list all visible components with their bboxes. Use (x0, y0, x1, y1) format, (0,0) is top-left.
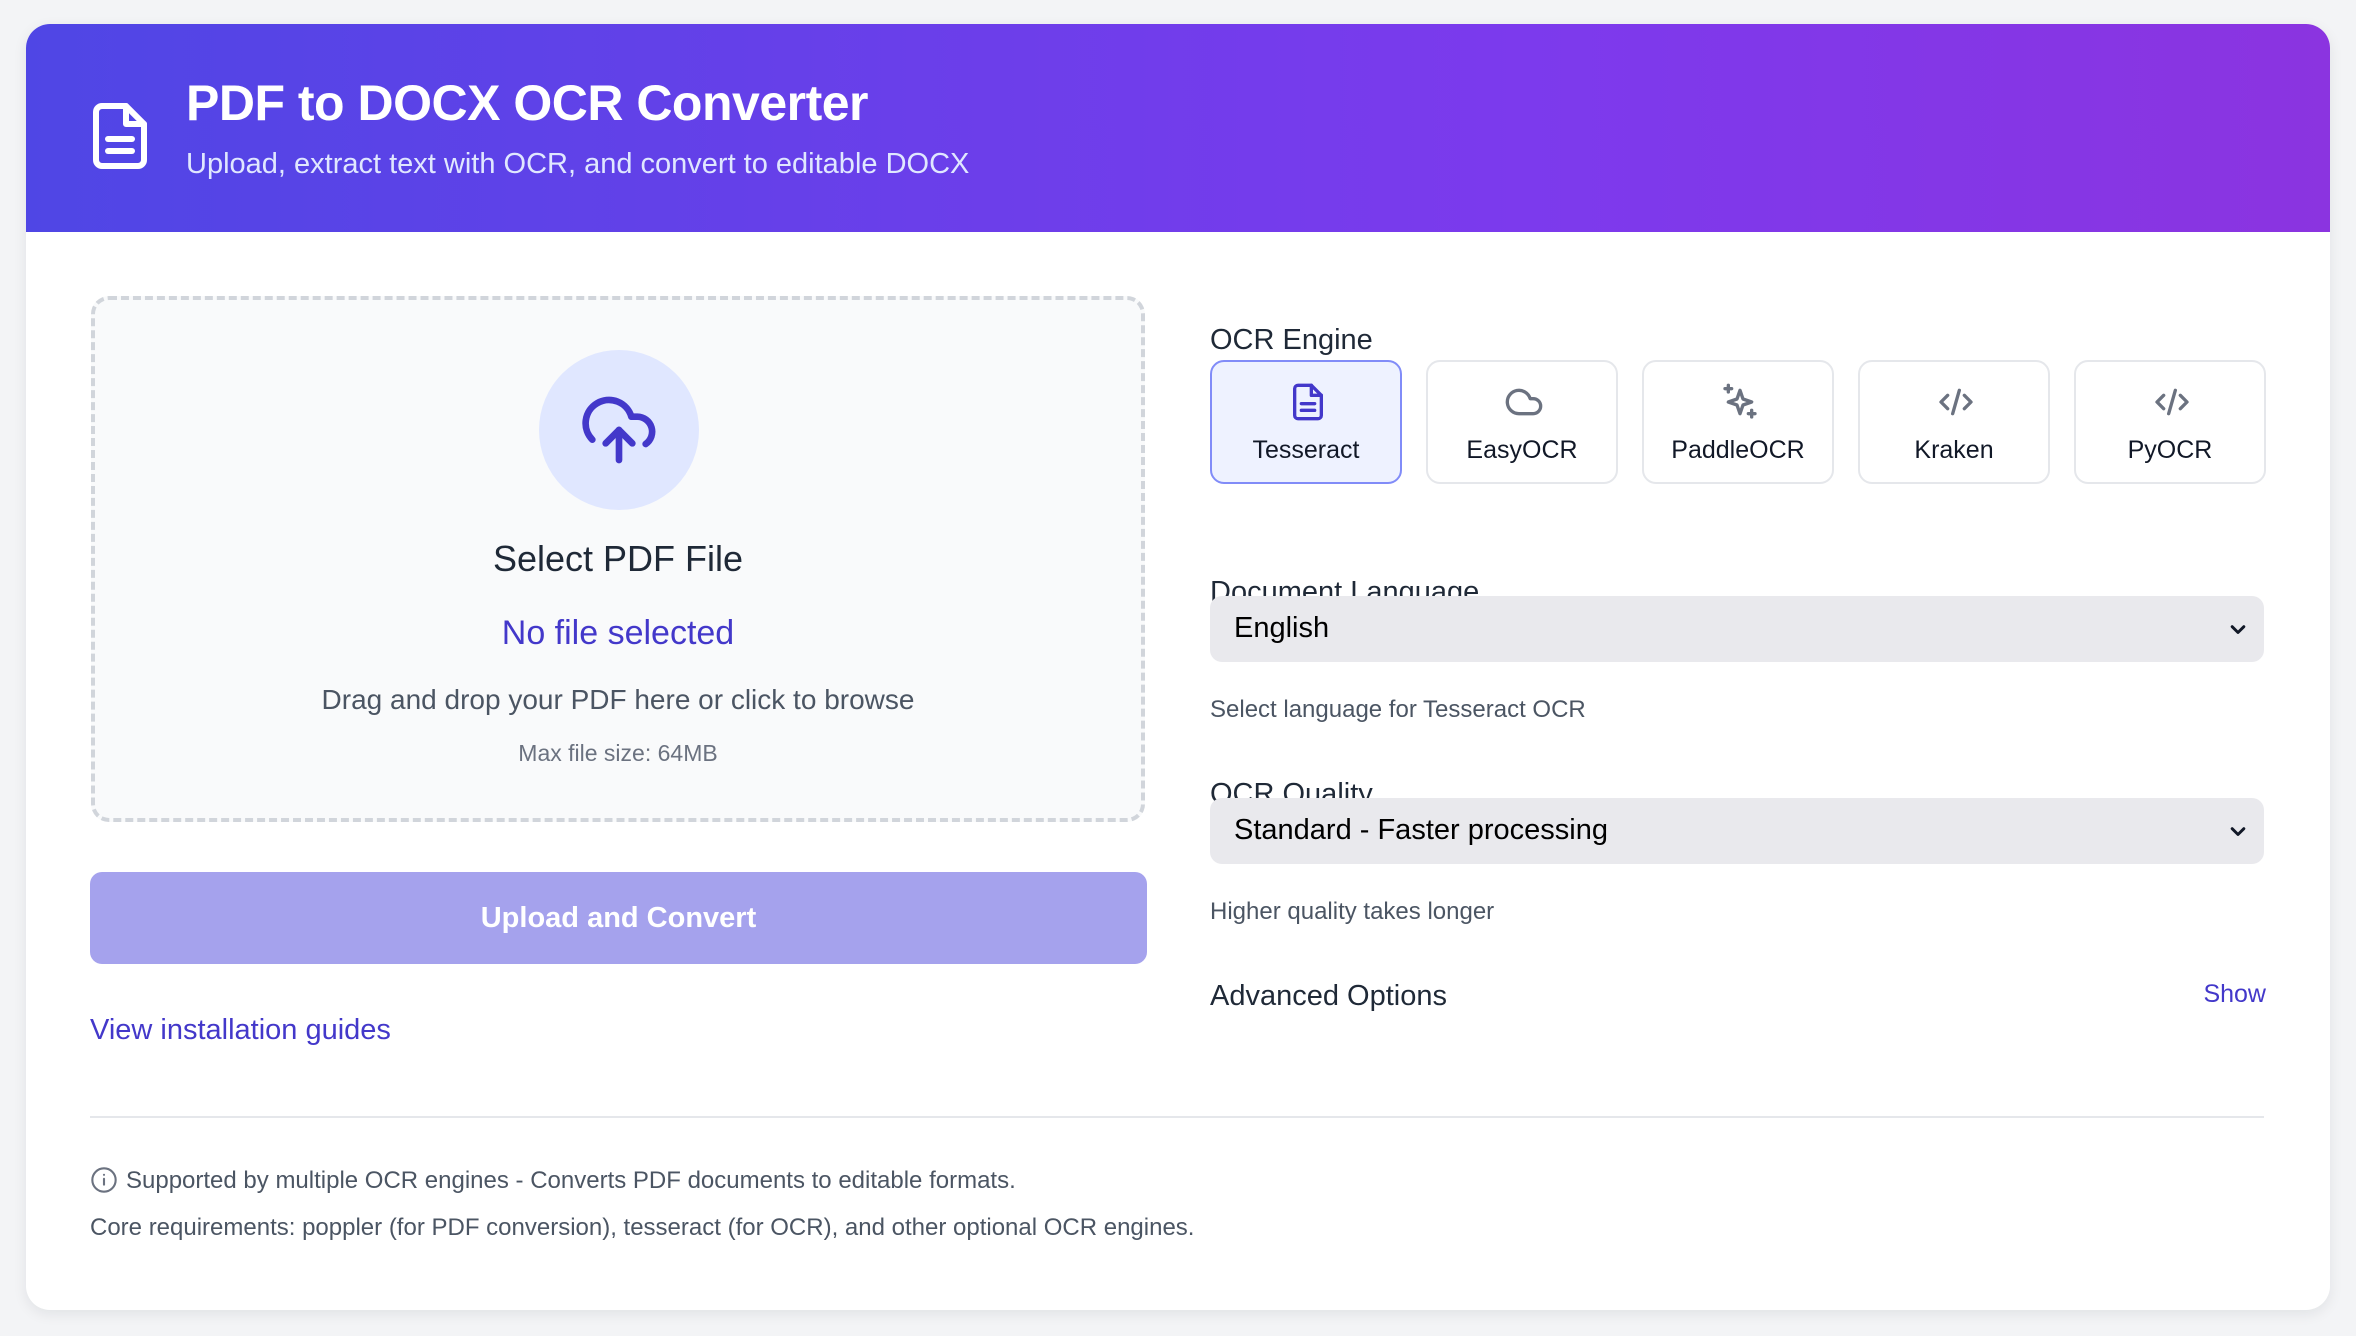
footer-info: Supported by multiple OCR engines - Conv… (90, 1166, 1016, 1195)
engine-option-label: EasyOCR (1466, 436, 1578, 464)
quality-select[interactable]: Standard - Faster processing (1210, 798, 2264, 864)
engine-option-label: PaddleOCR (1671, 436, 1805, 464)
code-icon (1939, 388, 1973, 416)
info-icon (91, 1167, 117, 1193)
advanced-options-toggle[interactable]: Show (2203, 980, 2266, 1009)
document-icon (1293, 383, 1323, 421)
quality-helper-text: Higher quality takes longer (1210, 898, 1495, 925)
page-subtitle: Upload, extract text with OCR, and conve… (186, 148, 970, 180)
engine-option-easyocr[interactable]: EasyOCR (1426, 360, 1618, 484)
ocr-engine-label: OCR Engine (1210, 324, 1373, 356)
advanced-options-label: Advanced Options (1210, 980, 1447, 1012)
engine-option-paddleocr[interactable]: PaddleOCR (1642, 360, 1834, 484)
page-title: PDF to DOCX OCR Converter (186, 75, 869, 131)
dropzone-hint: Drag and drop your PDF here or click to … (321, 684, 915, 715)
converter-card: PDF to DOCX OCR Converter Upload, extrac… (26, 24, 2330, 1310)
cloud-icon (1505, 388, 1543, 416)
cloud-upload-icon (582, 396, 656, 464)
footer-divider (90, 1116, 2264, 1118)
engine-option-tesseract[interactable]: Tesseract (1210, 360, 1402, 484)
engine-option-kraken[interactable]: Kraken (1858, 360, 2050, 484)
upload-and-convert-button[interactable]: Upload and Convert (90, 872, 1147, 964)
document-icon (93, 103, 147, 169)
chevron-down-icon (2230, 625, 2246, 634)
selected-file-status: No file selected (501, 614, 735, 652)
quality-select-value: Standard - Faster processing (1234, 814, 1608, 846)
app-header: PDF to DOCX OCR Converter Upload, extrac… (26, 24, 2330, 232)
dropzone-title: Select PDF File (492, 538, 744, 579)
engine-option-label: Tesseract (1252, 436, 1360, 464)
engine-option-label: PyOCR (2127, 436, 2213, 464)
installation-guides-link[interactable]: View installation guides (90, 1014, 391, 1047)
engine-option-label: Kraken (1914, 436, 1994, 464)
language-select[interactable]: English (1210, 596, 2264, 662)
footer-requirements: Core requirements: poppler (for PDF conv… (90, 1214, 1195, 1241)
max-file-size: Max file size: 64MB (518, 740, 718, 766)
language-select-value: English (1234, 612, 1330, 644)
language-helper-text: Select language for Tesseract OCR (1210, 696, 1586, 723)
pdf-dropzone[interactable]: Select PDF File No file selected Drag an… (91, 296, 1145, 822)
sparkles-icon (1723, 383, 1757, 419)
engine-option-pyocr[interactable]: PyOCR (2074, 360, 2266, 484)
footer-info-text: Supported by multiple OCR engines - Conv… (126, 1167, 1016, 1194)
code-icon (2155, 388, 2189, 416)
upload-icon-badge (539, 350, 699, 510)
chevron-down-icon (2230, 827, 2246, 836)
